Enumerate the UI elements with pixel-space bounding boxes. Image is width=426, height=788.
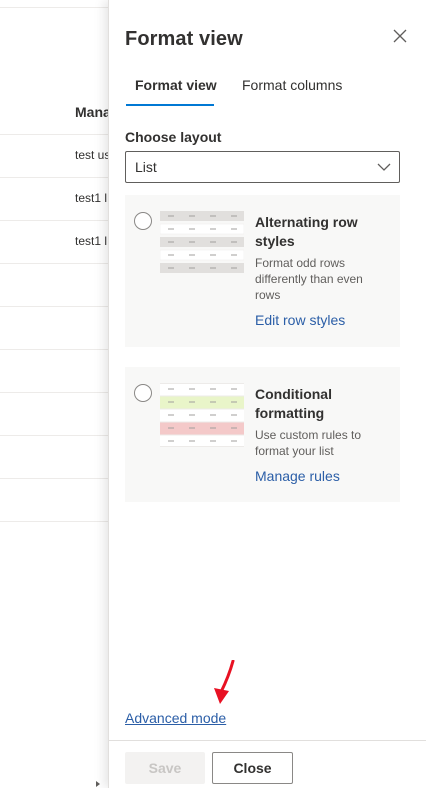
footer-divider — [109, 740, 426, 741]
alternating-rows-radio[interactable] — [134, 212, 152, 230]
annotation-arrow-icon — [214, 660, 235, 704]
alternating-rows-preview-icon — [160, 211, 244, 273]
row-divider — [0, 521, 108, 522]
row-divider — [0, 134, 108, 135]
conditional-formatting-radio[interactable] — [134, 384, 152, 402]
conditional-formatting-description: Use custom rules to format your list — [255, 428, 362, 458]
row-divider — [0, 306, 108, 307]
panel-title: Format view — [125, 28, 243, 50]
conditional-formatting-title: Conditional formatting — [255, 386, 332, 421]
choose-layout-label: Choose layout — [125, 129, 222, 145]
row-divider — [0, 263, 108, 264]
list-cell: test1 l — [75, 234, 108, 248]
alternating-rows-description: Format odd rows differently than even ro… — [255, 256, 363, 302]
alternating-rows-title: Alternating row styles — [255, 214, 358, 249]
row-divider — [0, 435, 108, 436]
layout-option-alternating-rows[interactable]: Alternating row styles Format odd rows d… — [125, 195, 400, 347]
row-divider — [0, 220, 108, 221]
layout-option-conditional-formatting[interactable]: Conditional formatting Use custom rules … — [125, 367, 400, 502]
row-divider — [0, 177, 108, 178]
chevron-down-icon — [377, 163, 391, 171]
column-header-manager[interactable]: Mana — [75, 104, 108, 120]
row-divider — [0, 478, 108, 479]
row-divider — [0, 349, 108, 350]
row-divider — [0, 392, 108, 393]
scroll-right-icon[interactable] — [96, 781, 100, 787]
layout-dropdown[interactable]: List — [125, 151, 400, 183]
tab-format-columns[interactable]: Format columns — [242, 77, 342, 93]
format-view-panel: Format view Format view Format columns C… — [108, 0, 426, 788]
close-button[interactable]: Close — [212, 752, 293, 784]
edit-row-styles-link[interactable]: Edit row styles — [255, 312, 345, 328]
conditional-formatting-preview-icon — [160, 383, 244, 447]
layout-dropdown-value: List — [135, 159, 157, 175]
advanced-mode-link[interactable]: Advanced mode — [125, 710, 226, 726]
tab-format-view[interactable]: Format view — [135, 77, 217, 93]
active-tab-indicator — [126, 104, 214, 106]
list-top-divider — [0, 7, 108, 8]
close-icon[interactable] — [391, 27, 409, 45]
save-button[interactable]: Save — [125, 752, 205, 784]
list-cell: test1 l — [75, 191, 108, 205]
list-cell: test us — [75, 148, 108, 162]
manage-rules-link[interactable]: Manage rules — [255, 468, 340, 484]
background-list: Mana test us test1 l test1 l — [0, 0, 108, 788]
